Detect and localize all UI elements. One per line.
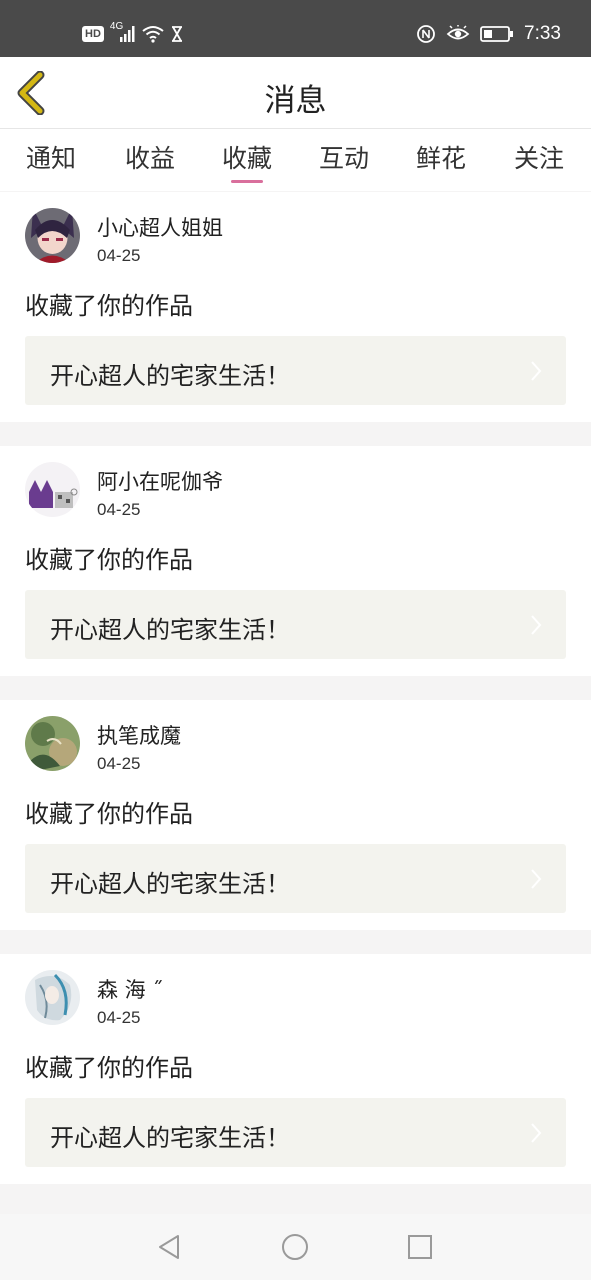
battery-icon: [480, 26, 514, 42]
work-title: 开心超人的宅家生活！: [50, 362, 290, 390]
top-bar: 消息: [0, 57, 591, 129]
status-left: HD 4G: [82, 21, 184, 46]
work-title: 开心超人的宅家生活！: [50, 616, 290, 644]
chevron-right-icon: [531, 361, 542, 381]
nfc-icon: [417, 25, 435, 43]
page-title: 消息: [264, 83, 327, 119]
status-bar: HD 4G 7:33: [0, 0, 591, 57]
chevron-right-icon: [531, 869, 542, 889]
work-link[interactable]: 开心超人的宅家生活！: [25, 336, 566, 405]
chevron-right-icon: [531, 1123, 542, 1143]
clock: 7:33: [524, 23, 561, 44]
avatar[interactable]: [25, 208, 80, 263]
hourglass-icon: [171, 26, 182, 42]
wifi-icon: [142, 26, 164, 43]
work-link[interactable]: 开心超人的宅家生活！: [25, 844, 566, 913]
tab-flowers[interactable]: 鲜花: [401, 139, 481, 175]
work-link[interactable]: 开心超人的宅家生活！: [25, 1098, 566, 1167]
system-nav-bar: [0, 1214, 591, 1280]
chevron-right-icon: [531, 615, 542, 635]
username[interactable]: 小心超人姐姐: [97, 212, 223, 242]
message-date: 04-25: [97, 754, 141, 773]
avatar[interactable]: [25, 970, 80, 1025]
message-action: 收藏了你的作品: [25, 546, 193, 574]
eye-icon: [446, 25, 470, 40]
work-title: 开心超人的宅家生活！: [50, 1124, 290, 1152]
tab-bar: 通知 收益 收藏 互动 鲜花 关注: [0, 129, 591, 191]
username[interactable]: 森 海 ˝: [97, 974, 163, 1004]
message-card: 阿小在呢伽爷 04-25 收藏了你的作品 开心超人的宅家生活！: [0, 446, 591, 676]
tab-following[interactable]: 关注: [499, 139, 579, 175]
message-action: 收藏了你的作品: [25, 800, 193, 828]
username[interactable]: 阿小在呢伽爷: [97, 466, 223, 496]
message-card: 执笔成魔 04-25 收藏了你的作品 开心超人的宅家生活！: [0, 700, 591, 930]
avatar[interactable]: [25, 716, 80, 771]
active-tab-indicator: [231, 180, 263, 183]
home-circle-icon[interactable]: [280, 1232, 310, 1262]
tab-notifications[interactable]: 通知: [11, 139, 91, 175]
message-card: 森 海 ˝ 04-25 收藏了你的作品 开心超人的宅家生活！: [0, 954, 591, 1184]
tab-earnings[interactable]: 收益: [110, 139, 190, 175]
message-action: 收藏了你的作品: [25, 292, 193, 320]
message-date: 04-25: [97, 1008, 141, 1027]
avatar[interactable]: [25, 462, 80, 517]
work-title: 开心超人的宅家生活！: [50, 870, 290, 898]
status-right: 7:33: [416, 20, 561, 48]
hd-icon: HD: [82, 26, 104, 42]
message-date: 04-25: [97, 500, 141, 519]
message-action: 收藏了你的作品: [25, 1054, 193, 1082]
username[interactable]: 执笔成魔: [97, 720, 181, 750]
tab-favorites[interactable]: 收藏: [207, 139, 287, 175]
tab-interactions[interactable]: 互动: [304, 139, 384, 175]
signal-icon: 4G: [110, 21, 136, 44]
message-date: 04-25: [97, 246, 141, 265]
work-link[interactable]: 开心超人的宅家生活！: [25, 590, 566, 659]
back-triangle-icon[interactable]: [154, 1232, 184, 1262]
message-card: 小心超人姐姐 04-25 收藏了你的作品 开心超人的宅家生活！: [0, 192, 591, 422]
recents-square-icon[interactable]: [405, 1232, 435, 1262]
